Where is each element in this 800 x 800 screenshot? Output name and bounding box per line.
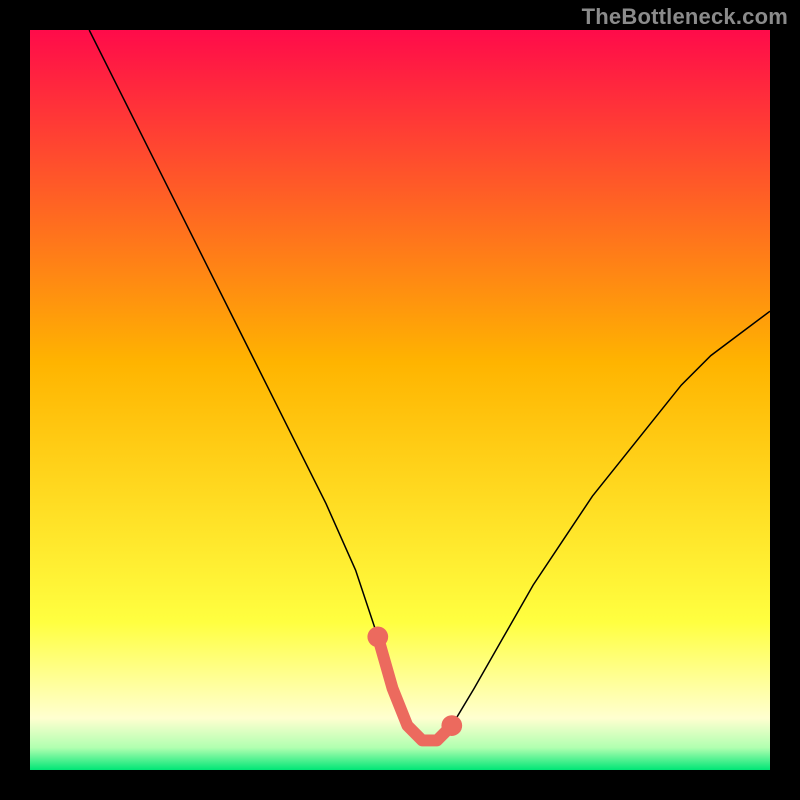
bottleneck-chart bbox=[30, 30, 770, 770]
chart-background bbox=[30, 30, 770, 770]
emphasis-endpoint-right bbox=[441, 715, 462, 736]
emphasis-endpoint-left bbox=[367, 626, 388, 647]
watermark-text: TheBottleneck.com bbox=[582, 4, 788, 30]
